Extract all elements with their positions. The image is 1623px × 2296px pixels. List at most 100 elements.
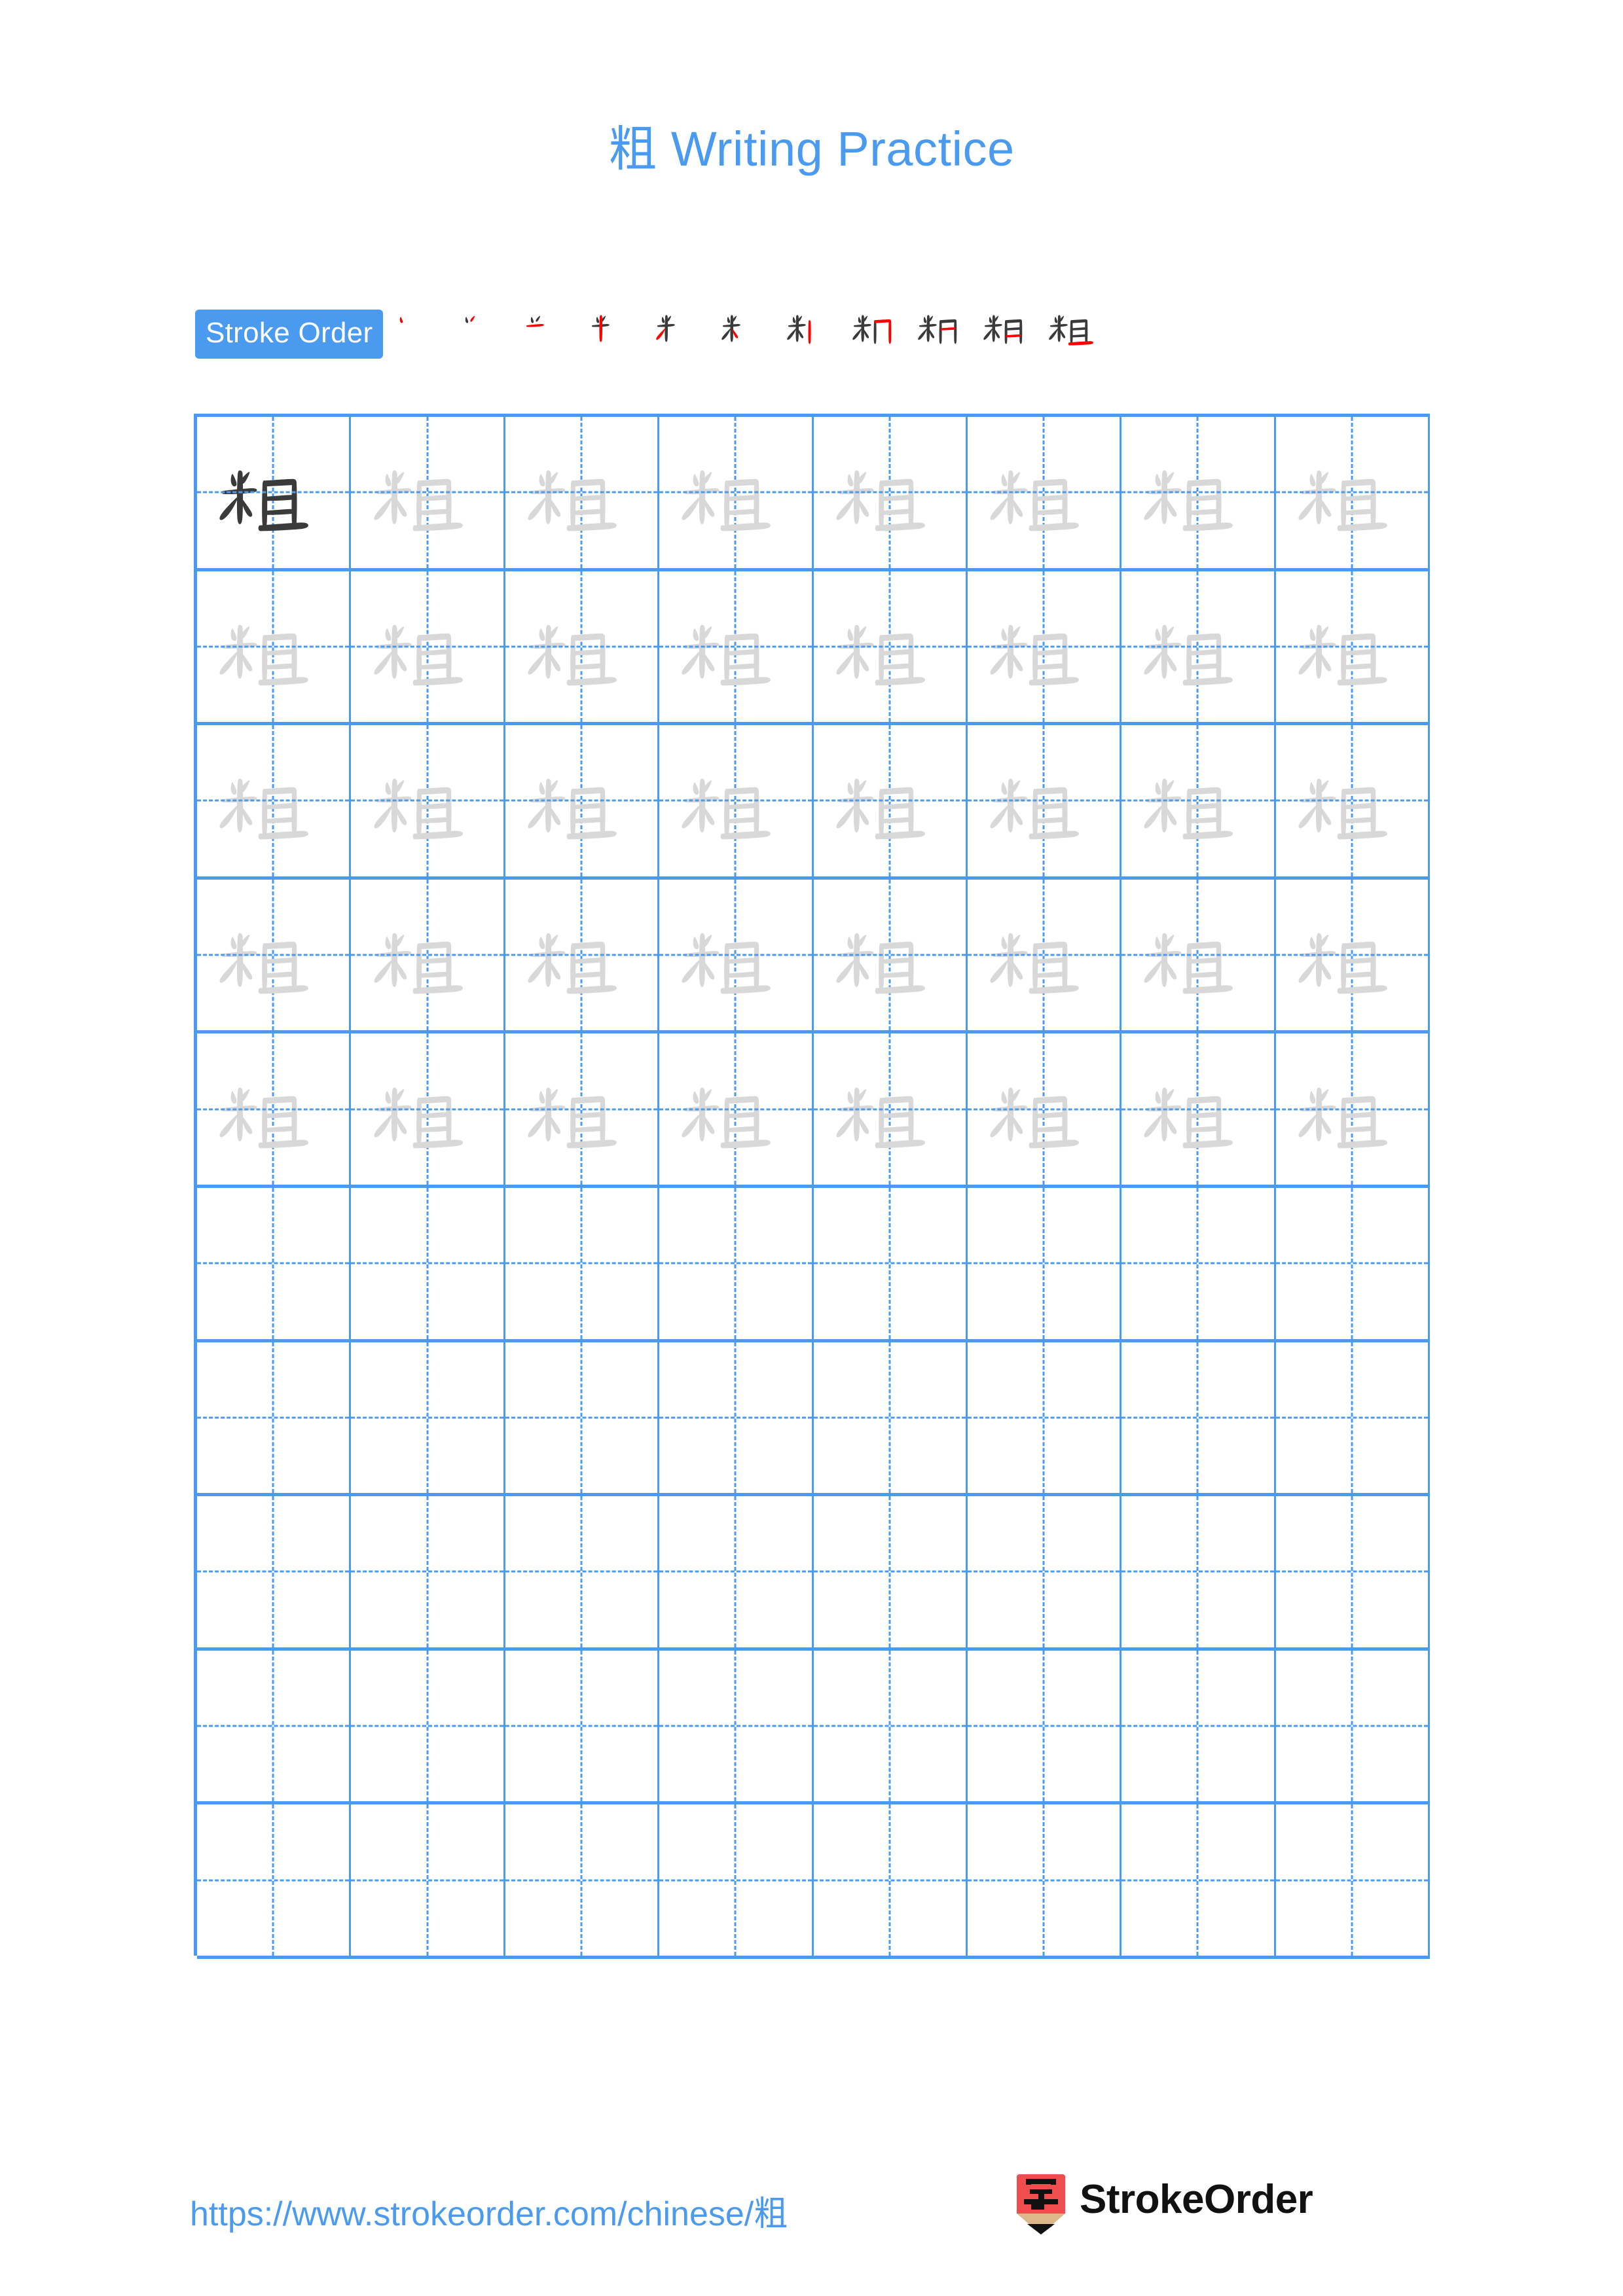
trace-character	[351, 725, 503, 876]
grid-row	[197, 1804, 1430, 1959]
grid-cell-r8-c7[interactable]	[1122, 1496, 1276, 1647]
trace-character	[197, 880, 349, 1031]
stroke-order-step-9	[912, 301, 977, 367]
grid-cell-r5-c8[interactable]	[1276, 1033, 1430, 1185]
grid-cell-r1-c6[interactable]	[968, 417, 1122, 568]
grid-cell-r9-c8[interactable]	[1276, 1650, 1430, 1802]
grid-cell-r7-c7[interactable]	[1122, 1342, 1276, 1494]
trace-character	[814, 571, 966, 723]
grid-cell-r9-c6[interactable]	[968, 1650, 1122, 1802]
grid-cell-r4-c4[interactable]	[659, 879, 814, 1031]
grid-cell-r6-c2[interactable]	[351, 1187, 505, 1339]
grid-cell-r1-c4[interactable]	[659, 417, 814, 568]
grid-cell-r6-c5[interactable]	[814, 1187, 968, 1339]
grid-cell-r9-c5[interactable]	[814, 1650, 968, 1802]
grid-cell-r7-c1[interactable]	[197, 1342, 352, 1494]
trace-character	[351, 880, 503, 1031]
grid-cell-r9-c1[interactable]	[197, 1650, 352, 1802]
grid-cell-r2-c5[interactable]	[814, 571, 968, 723]
grid-cell-r2-c6[interactable]	[968, 571, 1122, 723]
grid-cell-r7-c5[interactable]	[814, 1342, 968, 1494]
grid-cell-r4-c8[interactable]	[1276, 879, 1430, 1031]
grid-cell-r4-c3[interactable]	[505, 879, 660, 1031]
grid-cell-r4-c7[interactable]	[1122, 879, 1276, 1031]
grid-row	[197, 571, 1430, 726]
grid-cell-r7-c3[interactable]	[505, 1342, 660, 1494]
grid-cell-r1-c8[interactable]	[1276, 417, 1430, 568]
grid-cell-r6-c1[interactable]	[197, 1187, 352, 1339]
grid-row	[197, 1342, 1430, 1497]
grid-cell-r4-c2[interactable]	[351, 879, 505, 1031]
page-title: 粗 Writing Practice	[608, 122, 1015, 176]
grid-cell-r2-c1[interactable]	[197, 571, 352, 723]
grid-cell-r10-c8[interactable]	[1276, 1804, 1430, 1956]
grid-cell-r3-c7[interactable]	[1122, 725, 1276, 876]
grid-cell-r2-c7[interactable]	[1122, 571, 1276, 723]
grid-row	[197, 1496, 1430, 1651]
grid-cell-r3-c2[interactable]	[351, 725, 505, 876]
grid-cell-r9-c2[interactable]	[351, 1650, 505, 1802]
grid-cell-r7-c6[interactable]	[968, 1342, 1122, 1494]
grid-cell-r7-c8[interactable]	[1276, 1342, 1430, 1494]
grid-cell-r2-c8[interactable]	[1276, 571, 1430, 723]
grid-cell-r8-c1[interactable]	[197, 1496, 352, 1647]
grid-cell-r8-c4[interactable]	[659, 1496, 814, 1647]
grid-cell-r10-c1[interactable]	[197, 1804, 352, 1956]
grid-cell-r4-c6[interactable]	[968, 879, 1122, 1031]
trace-character	[968, 571, 1120, 723]
grid-cell-r9-c7[interactable]	[1122, 1650, 1276, 1802]
grid-cell-r7-c2[interactable]	[351, 1342, 505, 1494]
practice-grid	[194, 414, 1430, 1959]
grid-cell-r1-c5[interactable]	[814, 417, 968, 568]
grid-cell-r5-c5[interactable]	[814, 1033, 968, 1185]
grid-cell-r1-c2[interactable]	[351, 417, 505, 568]
grid-cell-r10-c4[interactable]	[659, 1804, 814, 1956]
grid-cell-r2-c2[interactable]	[351, 571, 505, 723]
grid-cell-r8-c8[interactable]	[1276, 1496, 1430, 1647]
grid-cell-r1-c3[interactable]	[505, 417, 660, 568]
grid-cell-r4-c5[interactable]	[814, 879, 968, 1031]
grid-cell-r4-c1[interactable]	[197, 879, 352, 1031]
grid-cell-r5-c2[interactable]	[351, 1033, 505, 1185]
grid-cell-r10-c2[interactable]	[351, 1804, 505, 1956]
trace-character	[814, 417, 966, 568]
grid-cell-r10-c3[interactable]	[505, 1804, 660, 1956]
grid-cell-r3-c1[interactable]	[197, 725, 352, 876]
grid-cell-r3-c5[interactable]	[814, 725, 968, 876]
grid-cell-r5-c4[interactable]	[659, 1033, 814, 1185]
grid-cell-r3-c4[interactable]	[659, 725, 814, 876]
grid-cell-r8-c2[interactable]	[351, 1496, 505, 1647]
grid-cell-r3-c8[interactable]	[1276, 725, 1430, 876]
grid-cell-r6-c3[interactable]	[505, 1187, 660, 1339]
grid-cell-r8-c6[interactable]	[968, 1496, 1122, 1647]
trace-character	[197, 571, 349, 723]
grid-cell-r6-c6[interactable]	[968, 1187, 1122, 1339]
grid-cell-r8-c5[interactable]	[814, 1496, 968, 1647]
grid-cell-r10-c6[interactable]	[968, 1804, 1122, 1956]
grid-cell-r10-c5[interactable]	[814, 1804, 968, 1956]
grid-cell-r6-c8[interactable]	[1276, 1187, 1430, 1339]
grid-cell-r3-c6[interactable]	[968, 725, 1122, 876]
trace-character	[659, 1033, 811, 1185]
grid-cell-r1-c7[interactable]	[1122, 417, 1276, 568]
grid-cell-r5-c1[interactable]	[197, 1033, 352, 1185]
grid-cell-r9-c4[interactable]	[659, 1650, 814, 1802]
footer-url-link[interactable]: https://www.strokeorder.com/chinese/粗	[190, 2186, 788, 2235]
grid-cell-r2-c3[interactable]	[505, 571, 660, 723]
grid-cell-r3-c3[interactable]	[505, 725, 660, 876]
grid-cell-r7-c4[interactable]	[659, 1342, 814, 1494]
grid-row	[197, 1650, 1430, 1805]
trace-character	[1122, 880, 1273, 1031]
grid-cell-r9-c3[interactable]	[505, 1650, 660, 1802]
grid-cell-r10-c7[interactable]	[1122, 1804, 1276, 1956]
grid-cell-r8-c3[interactable]	[505, 1496, 660, 1647]
stroke-order-sequence	[388, 301, 1108, 367]
grid-cell-r6-c4[interactable]	[659, 1187, 814, 1339]
grid-cell-r1-c1[interactable]	[197, 417, 352, 568]
grid-cell-r6-c7[interactable]	[1122, 1187, 1276, 1339]
grid-cell-r2-c4[interactable]	[659, 571, 814, 723]
grid-cell-r5-c6[interactable]	[968, 1033, 1122, 1185]
grid-cell-r5-c3[interactable]	[505, 1033, 660, 1185]
grid-cell-r5-c7[interactable]	[1122, 1033, 1276, 1185]
trace-character	[1276, 1033, 1428, 1185]
